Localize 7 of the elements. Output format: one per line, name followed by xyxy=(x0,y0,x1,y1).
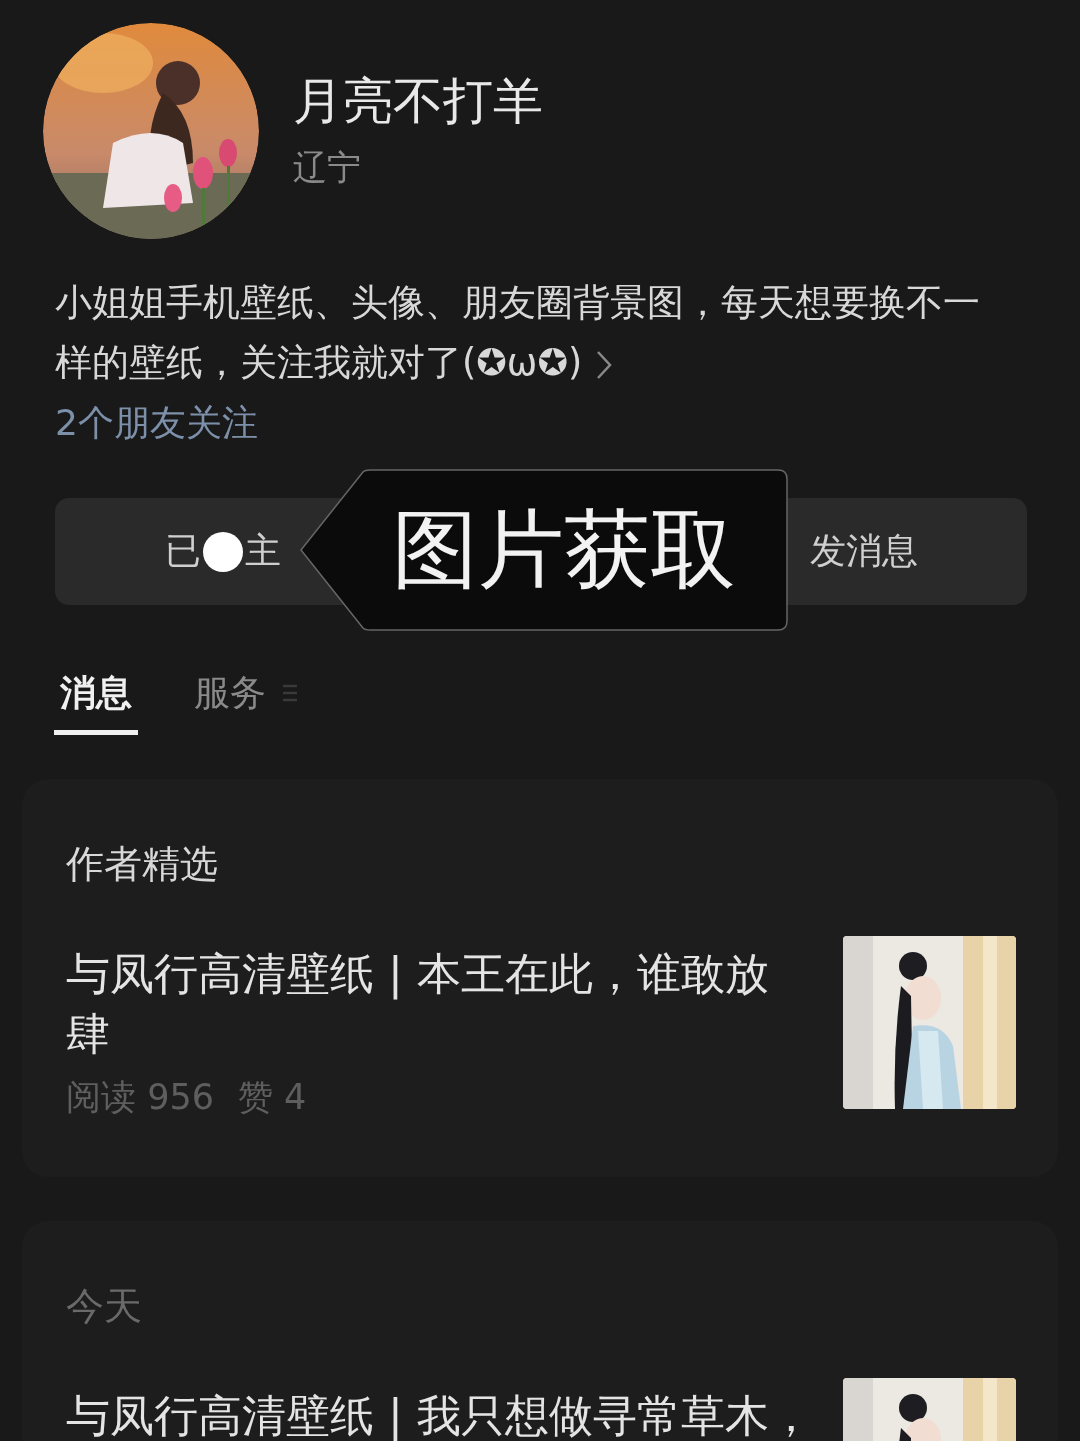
account-name: 月亮不打羊 xyxy=(293,71,543,131)
label-tooltip: 图片获取 xyxy=(300,469,788,631)
section-heading: 今天 xyxy=(66,1283,142,1330)
section-heading: 作者精选 xyxy=(66,841,218,888)
location-text: 辽宁 xyxy=(293,146,362,189)
stat-text: 赞 4 xyxy=(237,1076,307,1119)
stat-text: 阅读 956 xyxy=(66,1076,214,1119)
